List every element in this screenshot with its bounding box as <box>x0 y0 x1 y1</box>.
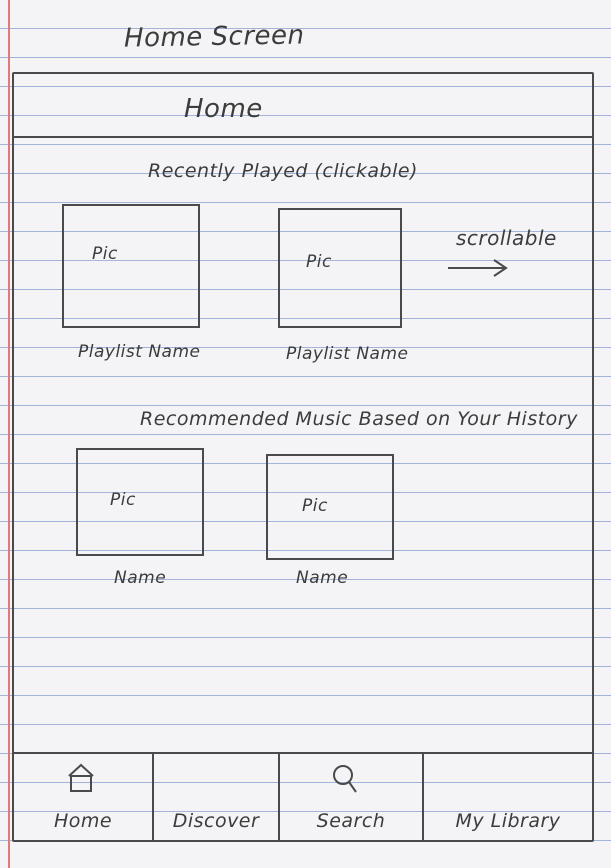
nav-item-search[interactable]: Search <box>280 754 424 840</box>
playlist-thumbnail[interactable] <box>62 204 200 328</box>
nav-label-home: Home <box>53 810 113 832</box>
track-thumbnail[interactable] <box>266 454 394 560</box>
nav-label-my-library: My Library <box>455 810 561 832</box>
app-header: Home <box>14 74 592 138</box>
sheet-title: Home Screen <box>123 20 305 54</box>
nav-item-my-library[interactable]: My Library <box>424 754 592 840</box>
recently-played-heading: Recently Played (clickable) <box>148 160 418 182</box>
search-icon <box>333 765 357 793</box>
phone-frame: Home Recently Played (clickable) Pic Pla… <box>12 72 594 842</box>
scrollable-label: scrollable <box>456 226 557 250</box>
arrow-right-icon <box>448 259 508 277</box>
page-title: Home <box>184 94 263 124</box>
track-name: Name <box>114 568 167 588</box>
nav-item-home[interactable]: Home <box>14 754 154 840</box>
home-icon <box>68 763 94 792</box>
thumbnail-placeholder-label: Pic <box>306 252 332 272</box>
thumbnail-placeholder-label: Pic <box>110 490 136 510</box>
playlist-name: Playlist Name <box>78 342 201 362</box>
playlist-name: Playlist Name <box>286 344 409 364</box>
nav-label-search: Search <box>316 810 386 832</box>
playlist-thumbnail[interactable] <box>278 208 402 328</box>
recommended-heading: Recommended Music Based on Your History <box>140 408 578 430</box>
thumbnail-placeholder-label: Pic <box>92 244 118 264</box>
notebook-margin-line <box>8 0 10 868</box>
nav-label-discover: Discover <box>172 810 260 832</box>
track-thumbnail[interactable] <box>76 448 204 556</box>
thumbnail-placeholder-label: Pic <box>302 496 328 516</box>
bottom-nav-bar: Home Discover Search My Library <box>14 752 592 840</box>
nav-item-discover[interactable]: Discover <box>154 754 280 840</box>
track-name: Name <box>296 568 349 588</box>
